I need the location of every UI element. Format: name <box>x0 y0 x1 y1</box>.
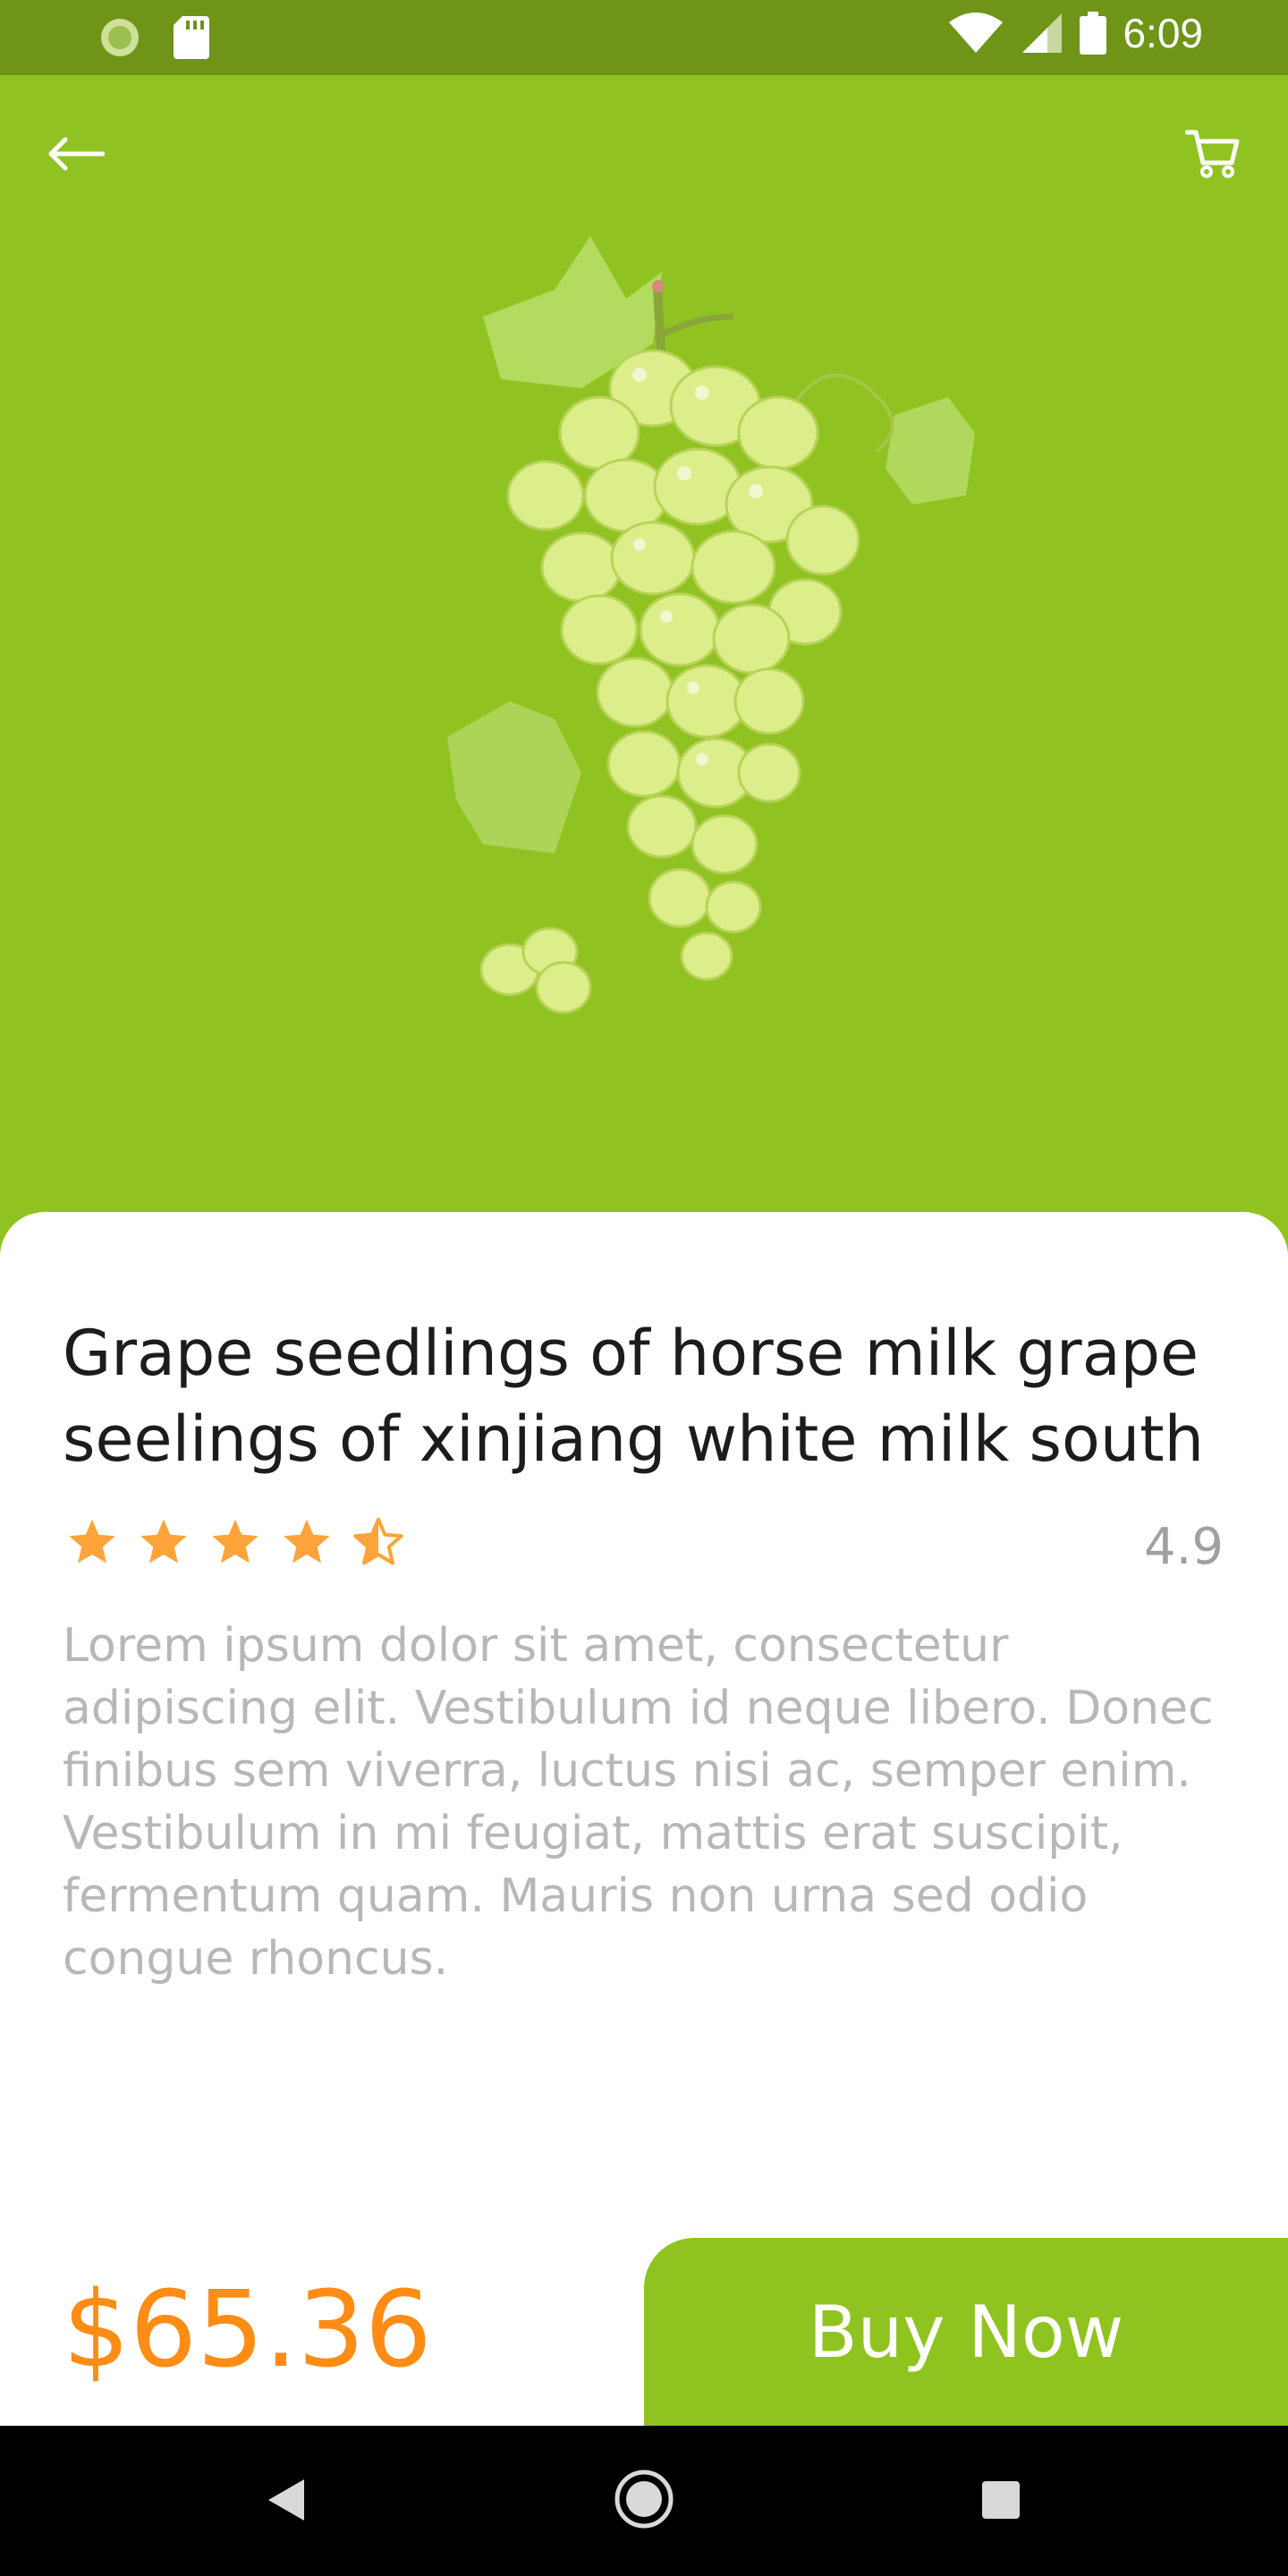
product-title: Grape seedlings of horse milk grape seel… <box>63 1317 1204 1476</box>
star-icon <box>284 1519 330 1563</box>
shopping-cart-icon <box>1185 130 1240 178</box>
star-rating <box>64 1516 406 1570</box>
status-right: 6:09 <box>947 9 1203 57</box>
nav-recents-icon[interactable] <box>980 2479 1021 2521</box>
rating-value: 4.9 <box>1143 1518 1224 1576</box>
product-hero <box>0 75 1288 1256</box>
nav-back-icon[interactable] <box>265 2478 308 2522</box>
status-time: 6:09 <box>1123 10 1203 56</box>
cart-button[interactable] <box>1177 122 1249 186</box>
wifi-icon <box>949 13 1004 53</box>
product-price: $65.36 <box>63 2267 432 2391</box>
app-notification-icon <box>101 19 139 56</box>
arrow-left-icon <box>48 137 105 171</box>
nav-home-icon[interactable] <box>612 2467 676 2531</box>
half-star-icon <box>353 1517 403 1565</box>
status-bar: 6:09 <box>0 0 1288 75</box>
buy-now-button[interactable]: Buy Now <box>644 2238 1288 2426</box>
battery-icon <box>1080 12 1107 55</box>
star-icon <box>69 1519 115 1563</box>
status-left <box>98 16 209 59</box>
signal-icon <box>1022 13 1063 53</box>
back-button[interactable] <box>39 122 111 186</box>
sd-card-icon <box>174 16 209 59</box>
system-nav-bar <box>0 2426 1288 2576</box>
product-description: Lorem ipsum dolor sit amet, consectetur … <box>63 1619 1214 1986</box>
star-icon <box>212 1519 258 1563</box>
grape-image <box>447 236 975 1014</box>
star-icon <box>140 1519 187 1563</box>
